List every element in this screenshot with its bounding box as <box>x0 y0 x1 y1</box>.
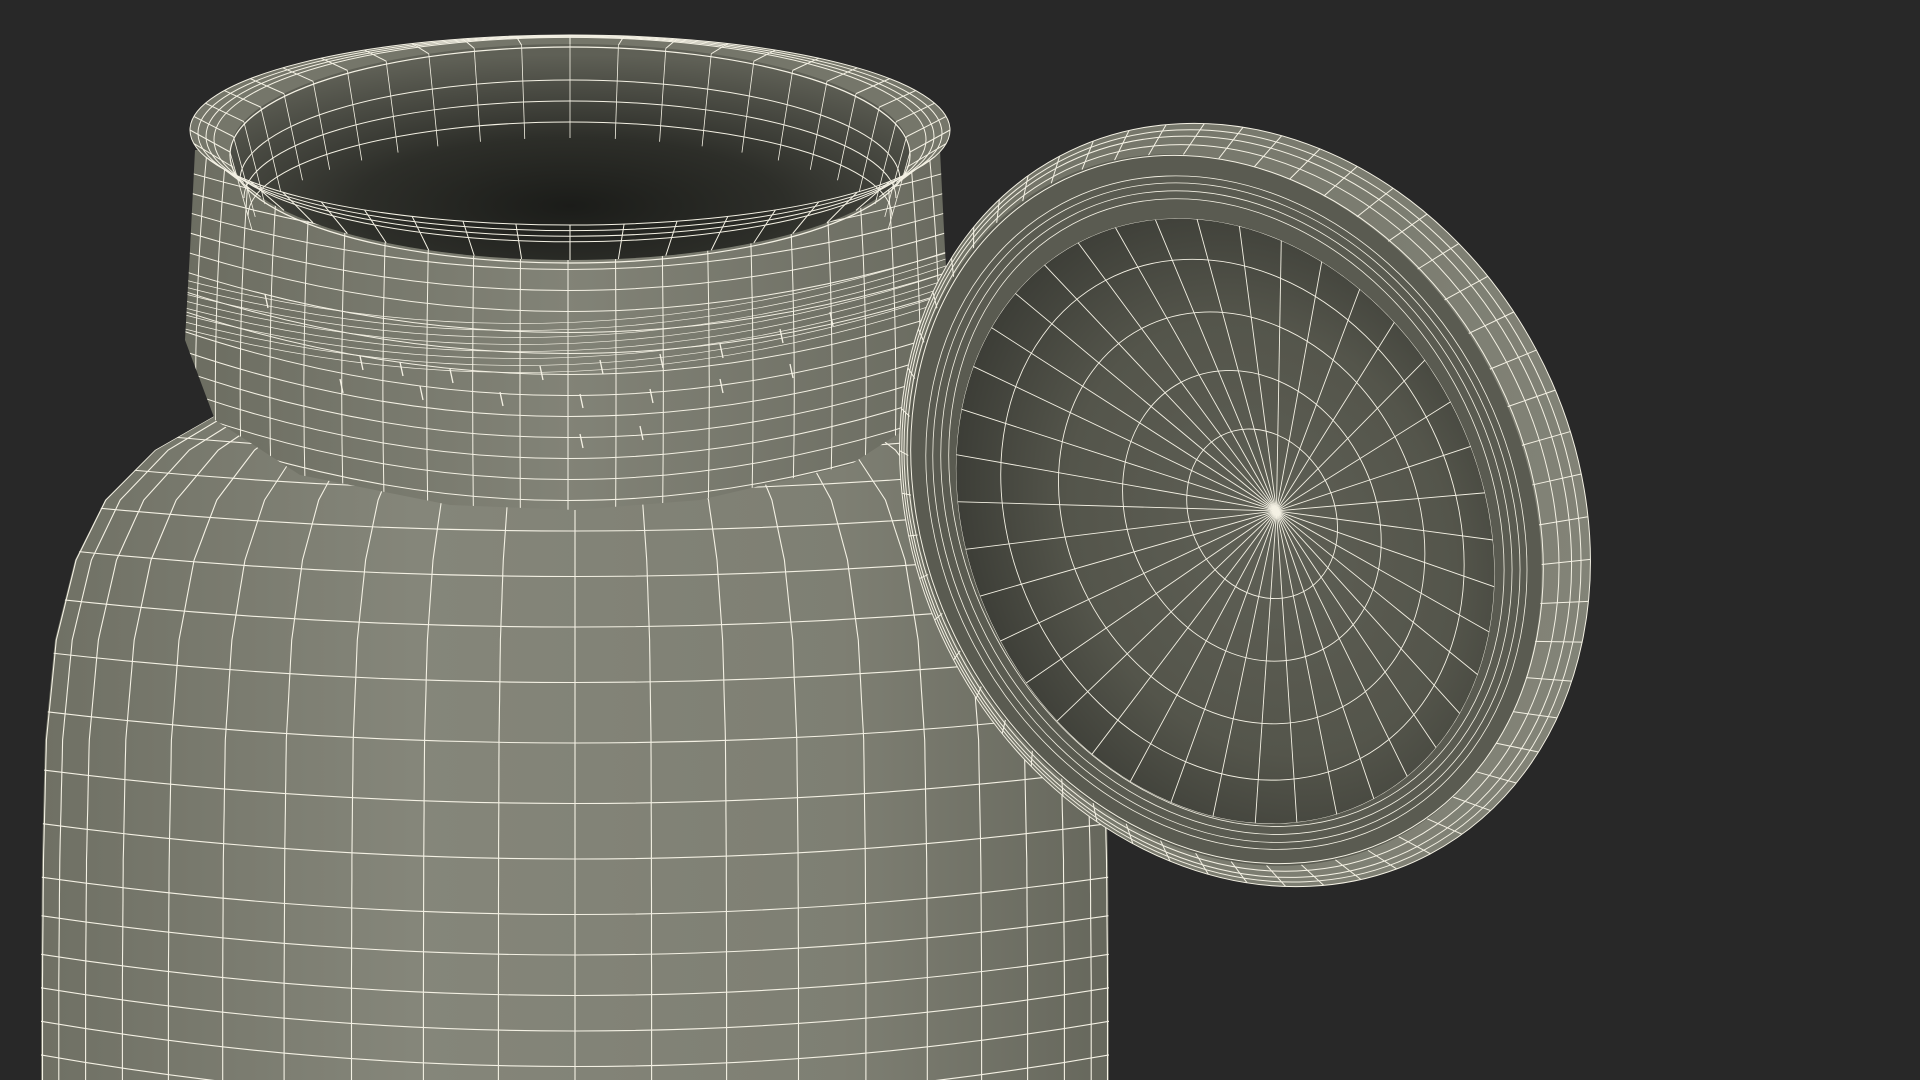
wireframe-render <box>41 34 1591 1080</box>
render-viewport <box>0 0 1920 1080</box>
